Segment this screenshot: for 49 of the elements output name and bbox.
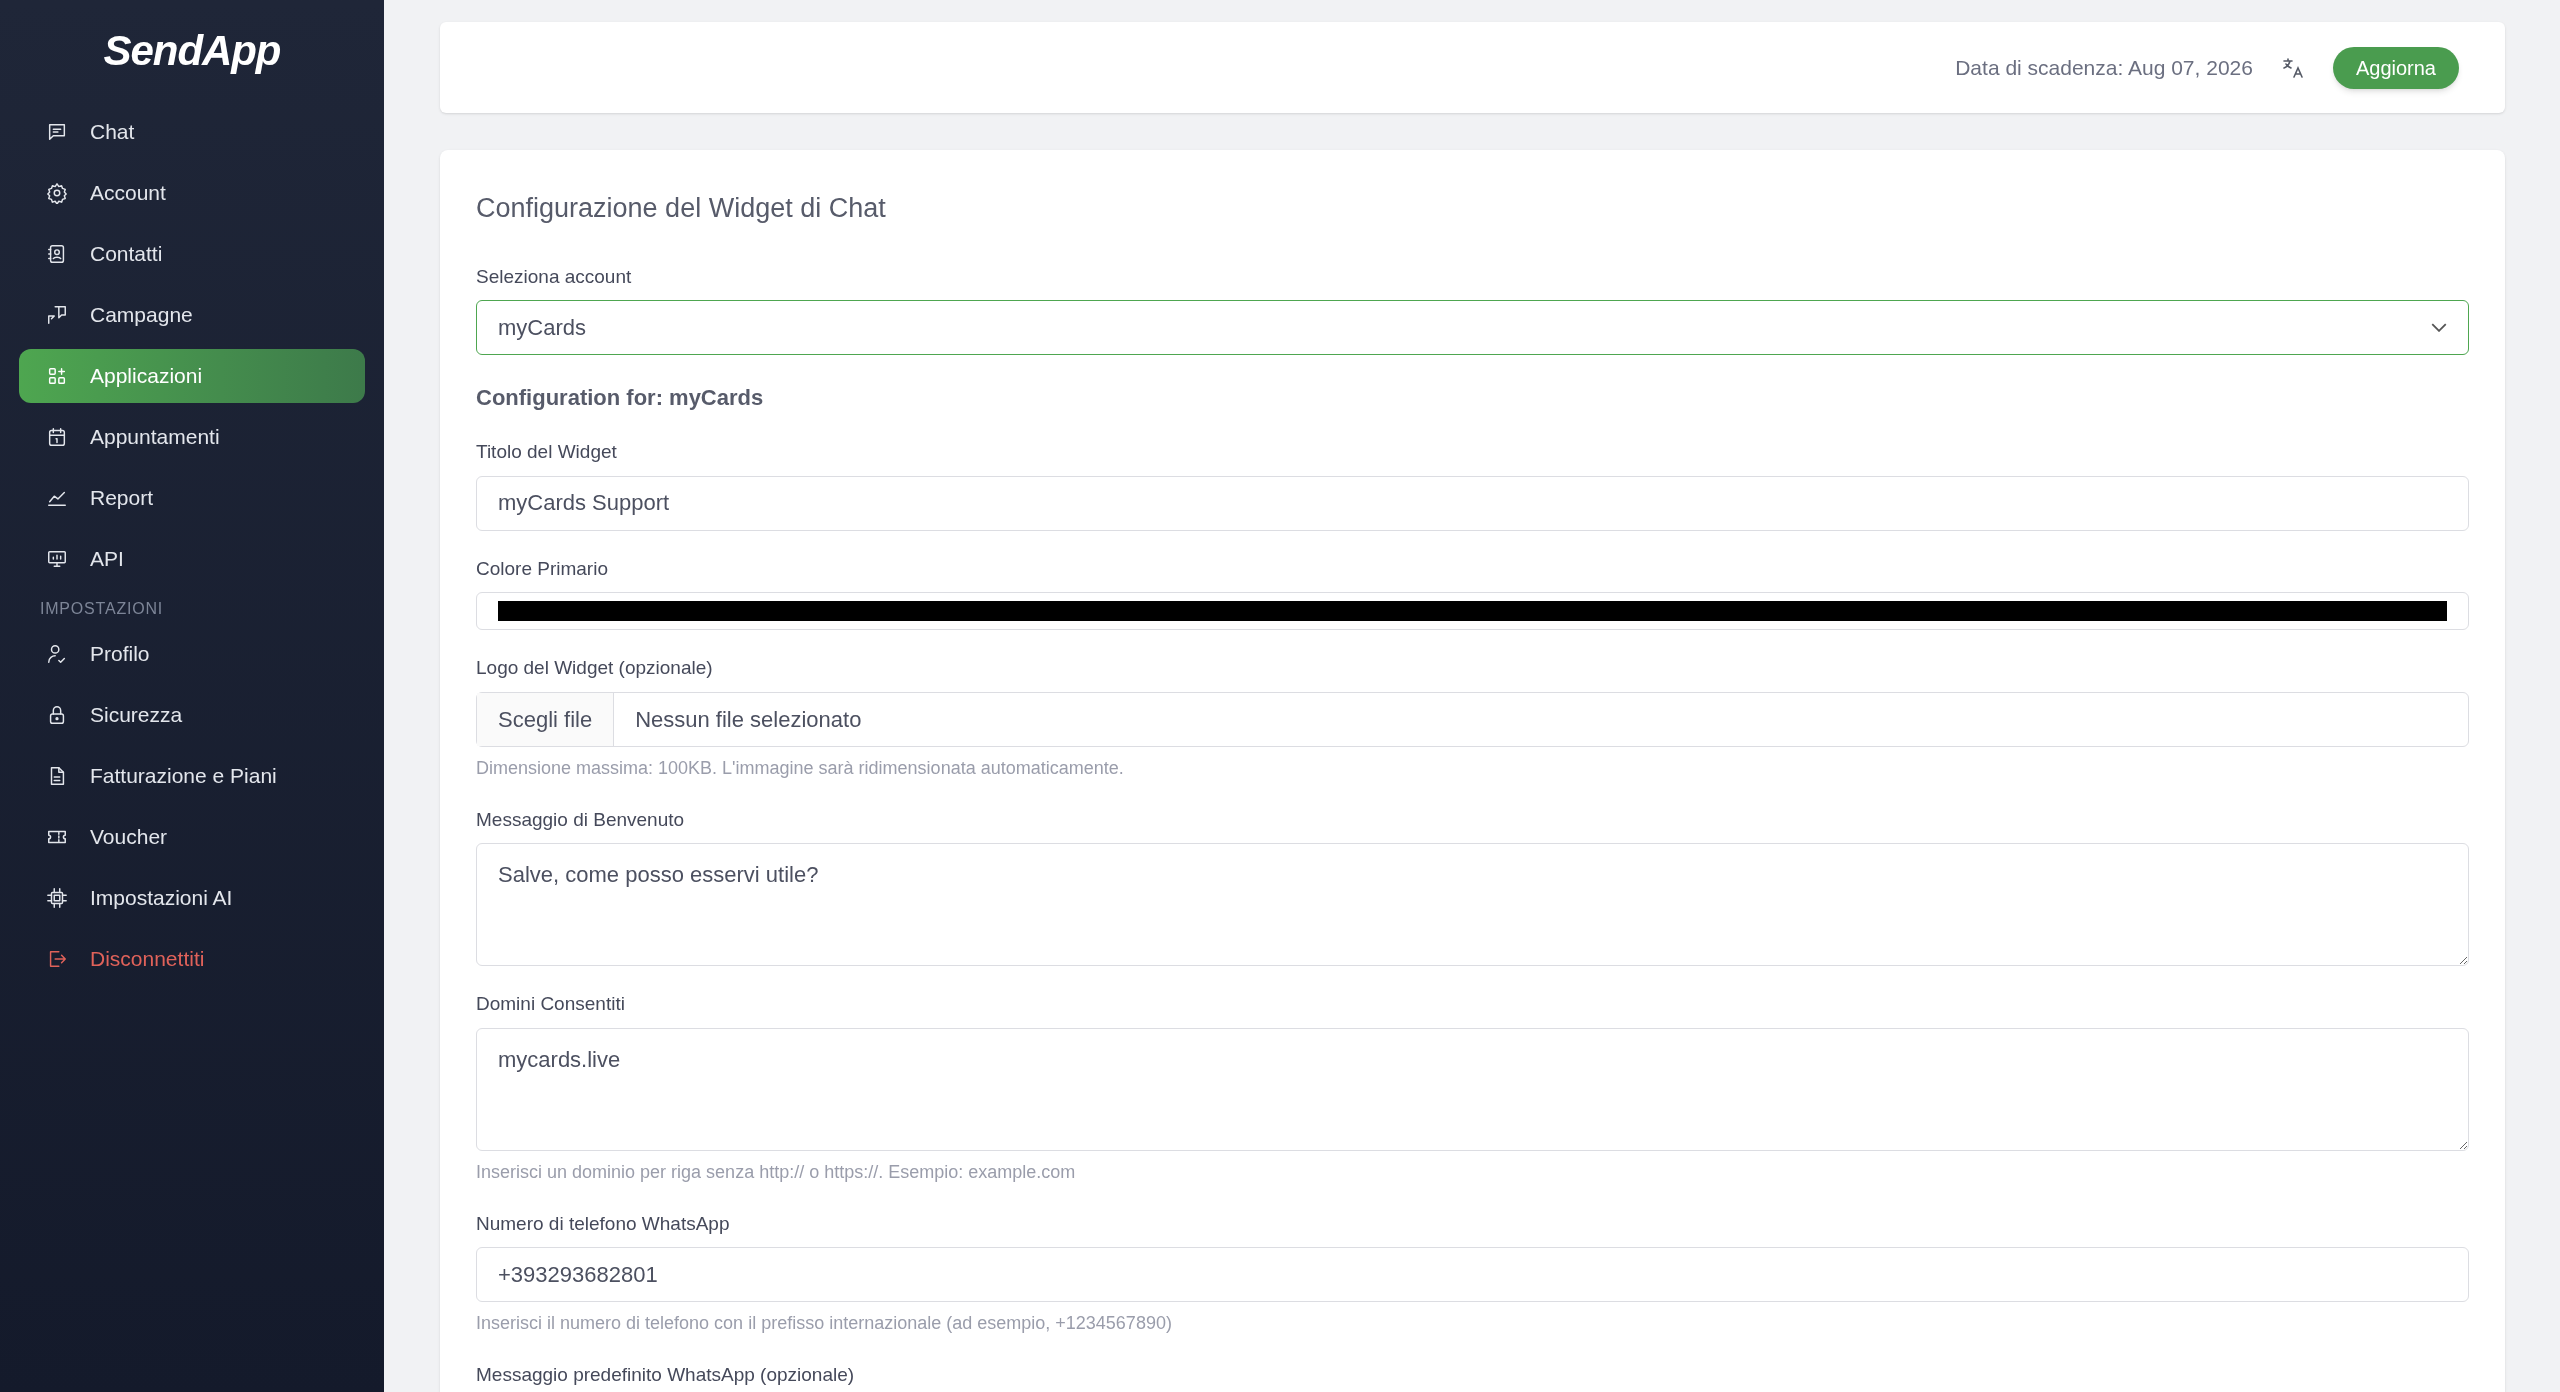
sidebar-item[interactable]: Voucher (19, 810, 365, 864)
sidebar-item[interactable]: Profilo (19, 627, 365, 681)
sidebar-item[interactable]: Chat (19, 105, 365, 159)
sidebar-item[interactable]: API (19, 532, 365, 586)
sidebar-item[interactable]: Impostazioni AI (19, 871, 365, 925)
color-picker[interactable] (476, 592, 2469, 630)
text-area[interactable]: Salve, come posso esservi utile? (476, 843, 2469, 966)
help-text: Inserisci un dominio per riga senza http:// o https://. Esempio: example.com (476, 1160, 1077, 1184)
user-check-icon (46, 643, 68, 665)
field-label: Colore Primario (476, 556, 609, 581)
chip-icon (46, 887, 68, 909)
choose-file-button[interactable]: Scegli file (477, 692, 615, 746)
chat-bubble-icon (46, 121, 68, 143)
help-text: Dimensione massima: 100KB. L'immagine sarà ridimensionata automaticamente. (476, 756, 1125, 780)
file-status: Nessun file selezionato (634, 705, 863, 734)
sidebar-item[interactable]: Contatti (19, 227, 365, 281)
section-subheading: Configuration for: myCards (476, 384, 765, 412)
sidebar-item[interactable]: Campagne (19, 288, 365, 342)
field-label: Logo del Widget (opzionale) (476, 656, 714, 680)
account-select[interactable]: myCards (476, 300, 2469, 355)
sidebar-item[interactable]: Applicazioni (19, 349, 365, 403)
select-value: myCards (498, 314, 586, 342)
text-input[interactable]: myCards Support (476, 475, 2469, 531)
sidebar-item[interactable]: Report (19, 471, 365, 525)
monitor-icon (46, 548, 68, 570)
field-label: Seleziona account (476, 264, 633, 289)
section-heading: IMPOSTAZIONI (39, 599, 165, 619)
translate-icon[interactable] (2280, 55, 2305, 80)
sidebar-item[interactable]: Sicurezza (19, 688, 365, 742)
gear-icon (46, 182, 68, 204)
sidebar-item[interactable]: Appuntamenti (19, 410, 365, 464)
text-area[interactable]: mycards.live (476, 1027, 2469, 1151)
form-title: Configurazione del Widget di Chat (476, 192, 887, 225)
sidebar-item[interactable]: Fatturazione e Piani (19, 749, 365, 803)
field-label: Numero di telefono WhatsApp (476, 1211, 731, 1236)
field-label: Messaggio di Benvenuto (476, 807, 686, 832)
field-label: Domini Consentiti (476, 992, 626, 1016)
field-label: Titolo del Widget (476, 440, 618, 464)
file-input[interactable]: Scegli file Nessun file selezionato (476, 691, 2469, 747)
sidebar-item[interactable]: Disconnettiti (19, 932, 365, 986)
calendar-icon (46, 426, 68, 448)
help-text: Inserisci il numero di telefono con il prefisso internazionale (ad esempio, +1234567890) (476, 1312, 1173, 1335)
field-label: Messaggio predefinito WhatsApp (opzionale) (476, 1363, 856, 1387)
grid-plus-icon (46, 365, 68, 387)
expiry-date: Data di scadenza: Aug 07, 2026 (1955, 54, 2253, 81)
logo: SendApp (103, 30, 281, 72)
text-input[interactable]: +393293682801 (476, 1247, 2469, 1302)
chevron-down-icon (2431, 323, 2447, 332)
sidebar-item[interactable]: Account (19, 166, 365, 220)
